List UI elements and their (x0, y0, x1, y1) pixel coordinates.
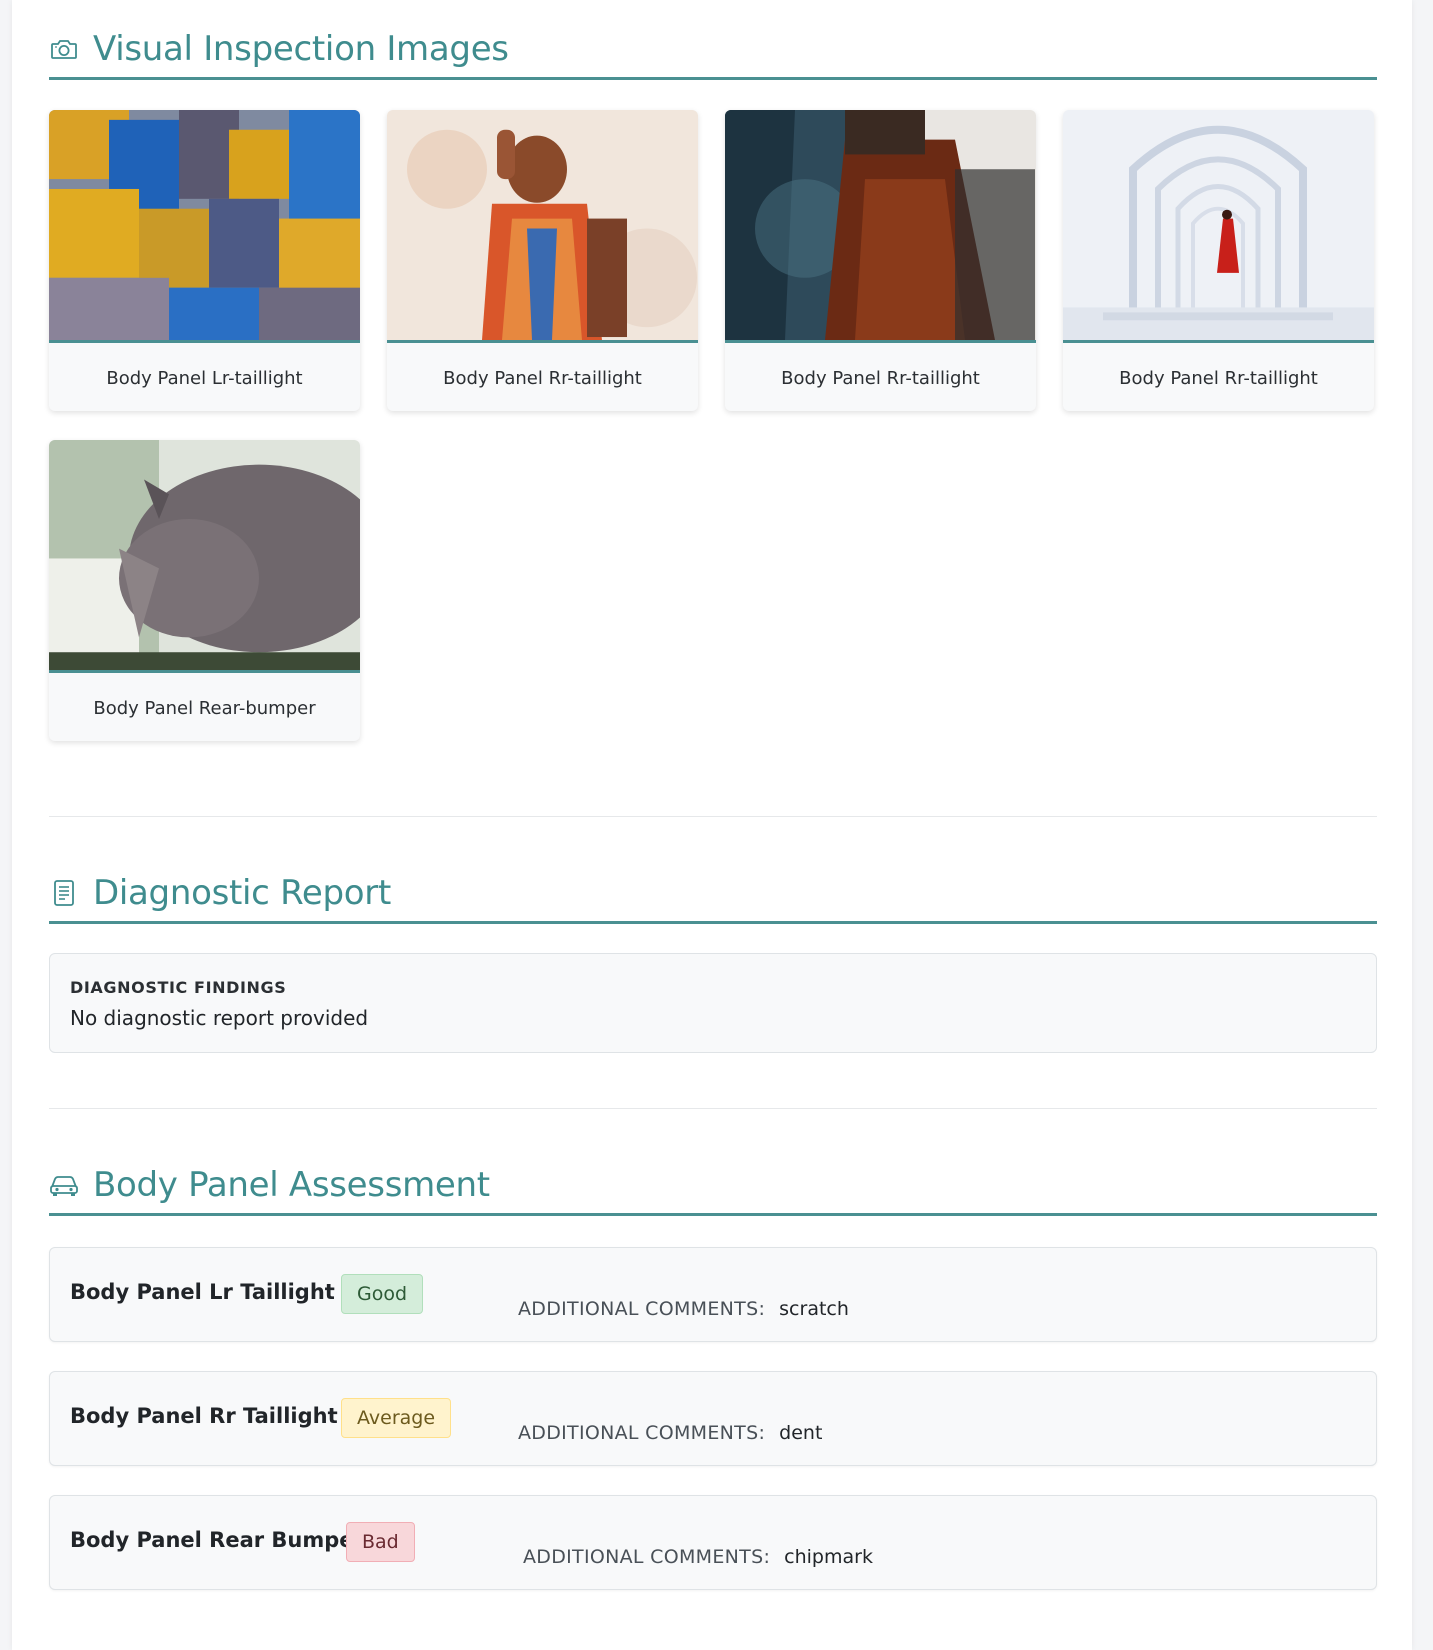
images-section-header: Visual Inspection Images (49, 20, 1377, 80)
section-divider (49, 816, 1377, 817)
inspection-image-card[interactable]: Body Panel Rr-taillight (387, 110, 698, 411)
inspection-image-card[interactable]: Body Panel Rear-bumper (49, 440, 360, 741)
section-title: Diagnostic Report (93, 872, 391, 913)
camera-icon (49, 34, 79, 64)
panel-name: Body Panel Rear Bumper (70, 1528, 364, 1552)
assessment-row: Body Panel Rr Taillight Average ADDITION… (49, 1371, 1377, 1466)
document-icon (49, 878, 79, 908)
status-badge: Good (341, 1274, 424, 1314)
status-badge: Average (341, 1398, 452, 1438)
comments-value: dent (779, 1422, 823, 1444)
inspection-image-card[interactable]: Body Panel Rr-taillight (1063, 110, 1374, 411)
section-divider (49, 1108, 1377, 1109)
comments-label: ADDITIONAL COMMENTS: (518, 1422, 766, 1444)
section-title: Visual Inspection Images (93, 28, 509, 69)
assessment-row: Body Panel Rear Bumper Bad ADDITIONAL CO… (49, 1495, 1377, 1590)
comments-label: ADDITIONAL COMMENTS: (523, 1546, 771, 1568)
additional-comments: ADDITIONAL COMMENTS: chipmark (523, 1546, 873, 1568)
section-title: Body Panel Assessment (93, 1164, 490, 1205)
car-icon (49, 1170, 79, 1200)
diagnostic-findings-label: DIAGNOSTIC FINDINGS (70, 978, 287, 997)
inspection-image[interactable] (49, 440, 360, 673)
diagnostic-findings-box: DIAGNOSTIC FINDINGS No diagnostic report… (49, 953, 1377, 1053)
image-caption: Body Panel Rr-taillight (443, 368, 642, 389)
comments-value: chipmark (784, 1546, 873, 1568)
comments-value: scratch (779, 1298, 849, 1320)
diagnostic-section-header: Diagnostic Report (49, 864, 1377, 924)
panel-name: Body Panel Lr Taillight (70, 1280, 335, 1304)
page: Visual Inspection Images Body Panel Lr-t… (12, 0, 1412, 1650)
image-caption: Body Panel Rear-bumper (93, 698, 316, 719)
inspection-image[interactable] (49, 110, 360, 343)
image-caption: Body Panel Rr-taillight (1119, 368, 1318, 389)
inspection-image[interactable] (1063, 110, 1374, 343)
comments-label: ADDITIONAL COMMENTS: (518, 1298, 766, 1320)
additional-comments: ADDITIONAL COMMENTS: dent (518, 1422, 822, 1444)
assessment-section-header: Body Panel Assessment (49, 1156, 1377, 1216)
additional-comments: ADDITIONAL COMMENTS: scratch (518, 1298, 849, 1320)
inspection-image[interactable] (387, 110, 698, 343)
status-badge: Bad (346, 1522, 415, 1562)
assessment-row: Body Panel Lr Taillight Good ADDITIONAL … (49, 1247, 1377, 1342)
image-caption: Body Panel Rr-taillight (781, 368, 980, 389)
image-caption: Body Panel Lr-taillight (106, 368, 303, 389)
inspection-image[interactable] (725, 110, 1036, 343)
diagnostic-findings-value: No diagnostic report provided (70, 1006, 369, 1030)
panel-name: Body Panel Rr Taillight (70, 1404, 338, 1428)
inspection-image-card[interactable]: Body Panel Rr-taillight (725, 110, 1036, 411)
inspection-image-card[interactable]: Body Panel Lr-taillight (49, 110, 360, 411)
